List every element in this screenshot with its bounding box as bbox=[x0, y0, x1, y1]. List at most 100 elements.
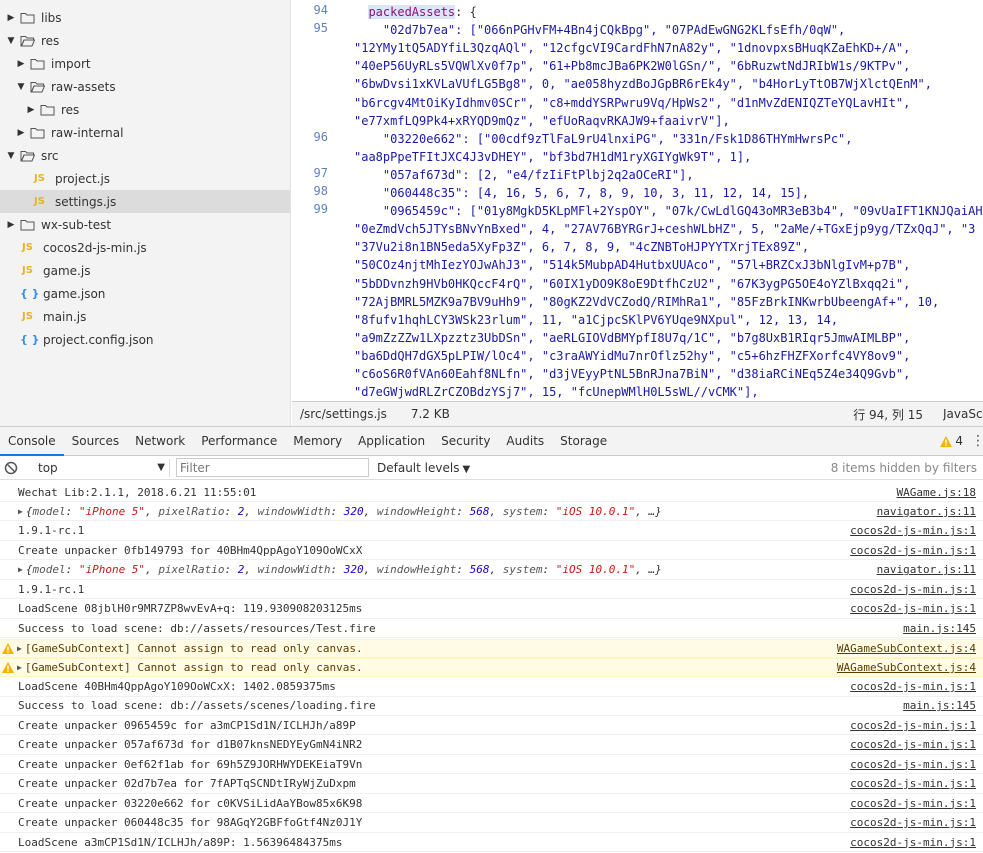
object-preview[interactable]: {model: "iPhone 5", pixelRatio: 2, windo… bbox=[26, 505, 662, 518]
tree-item[interactable]: ▶ libs bbox=[0, 6, 290, 29]
code-text: "a9mZzZZw1LXpzztz3UbDSn", "aeRLGIOVdBMYp… bbox=[354, 330, 911, 345]
tab-audits[interactable]: Audits bbox=[498, 427, 552, 456]
hidden-items-count: 8 items hidden by filters bbox=[830, 460, 977, 475]
levels-label: Default levels bbox=[377, 460, 460, 475]
tree-item[interactable]: ▶ raw-internal bbox=[0, 121, 290, 144]
highlighted-key: packedAssets bbox=[368, 5, 456, 19]
tab-security[interactable]: Security bbox=[433, 427, 498, 456]
console-message: Success to load scene: db://assets/scene… bbox=[0, 697, 983, 716]
source-link[interactable]: cocos2d-js-min.js:1 bbox=[850, 777, 976, 790]
tree-item[interactable]: ▼ res bbox=[0, 29, 290, 52]
expand-arrow-icon[interactable]: ▶ bbox=[17, 663, 22, 672]
code-line: "40eP56UyRLs5VQWlXv0f7p", "61+Pb8mcJBa6P… bbox=[354, 57, 910, 75]
collapsed-arrow-icon[interactable]: ▶ bbox=[26, 105, 36, 115]
code-text: "40eP56UyRLs5VQWlXv0f7p", "61+Pb8mcJBa6P… bbox=[354, 59, 911, 74]
source-link[interactable]: cocos2d-js-min.js:1 bbox=[850, 758, 976, 771]
log-levels-dropdown[interactable]: Default levels ▼ bbox=[377, 461, 470, 475]
source-link[interactable]: cocos2d-js-min.js:1 bbox=[850, 816, 976, 829]
tree-item[interactable]: JS settings.js bbox=[0, 190, 290, 213]
collapsed-arrow-icon[interactable]: ▶ bbox=[6, 13, 16, 23]
console-warning[interactable]: ▶ [GameSubContext] Cannot assign to read … bbox=[0, 638, 983, 658]
tree-item[interactable]: ▼ src bbox=[0, 144, 290, 167]
tree-item[interactable]: JS project.js bbox=[0, 167, 290, 190]
object-value: 320 bbox=[343, 563, 364, 577]
tree-item-label: settings.js bbox=[55, 194, 117, 209]
tree-item-label: project.js bbox=[55, 171, 111, 186]
context-value: top bbox=[38, 460, 58, 475]
collapsed-arrow-icon[interactable]: ▶ bbox=[16, 59, 26, 69]
source-link[interactable]: WAGameSubContext.js:4 bbox=[837, 661, 976, 674]
message-text: LoadScene 08jblH0r9MR7ZP8wvEvA+q: 119.93… bbox=[18, 602, 363, 616]
source-link[interactable]: cocos2d-js-min.js:1 bbox=[850, 680, 976, 693]
filter-input[interactable] bbox=[176, 458, 369, 477]
tree-item[interactable]: JS game.js bbox=[0, 259, 290, 282]
source-link[interactable]: cocos2d-js-min.js:1 bbox=[850, 836, 976, 849]
console-message[interactable]: ▶ {model: "iPhone 5", pixelRatio: 2, wind… bbox=[0, 502, 983, 522]
language-mode[interactable]: JavaScript bbox=[943, 407, 983, 421]
tree-item[interactable]: JS main.js bbox=[0, 305, 290, 328]
cursor-position: 行 94, 列 15 bbox=[853, 407, 923, 422]
clear-console-icon[interactable] bbox=[4, 461, 18, 475]
expand-arrow-icon[interactable]: ▶ bbox=[17, 644, 22, 653]
tab-sources[interactable]: Sources bbox=[64, 427, 127, 456]
object-key: system bbox=[502, 563, 543, 577]
source-link[interactable]: cocos2d-js-min.js:1 bbox=[850, 719, 976, 732]
context-selector[interactable]: top ▼ bbox=[32, 458, 170, 477]
source-link[interactable]: cocos2d-js-min.js:1 bbox=[850, 524, 976, 537]
file-path: /src/settings.js bbox=[300, 407, 387, 421]
tree-item[interactable]: ▶ res bbox=[0, 98, 290, 121]
source-link[interactable]: cocos2d-js-min.js:1 bbox=[850, 602, 976, 615]
code-content[interactable]: packedAssets: { "02d7b7ea": ["066nPGHvFM… bbox=[354, 0, 983, 401]
code-text: packedAssets: { bbox=[368, 5, 477, 19]
tab-memory[interactable]: Memory bbox=[285, 427, 350, 456]
editor-status-bar: /src/settings.js 7.2 KB 行 94, 列 15 JavaS… bbox=[292, 401, 983, 426]
code-line: "5bDDvnzh9HVb0HKQccF4rQ", "60IX1yDO9K8oE… bbox=[354, 275, 910, 293]
source-link[interactable]: main.js:145 bbox=[903, 699, 976, 712]
expanded-arrow-icon[interactable]: ▼ bbox=[6, 36, 16, 46]
collapsed-arrow-icon[interactable]: ▶ bbox=[16, 128, 26, 138]
tab-application[interactable]: Application bbox=[350, 427, 433, 456]
source-link[interactable]: main.js:145 bbox=[903, 622, 976, 635]
source-link[interactable]: navigator.js:11 bbox=[877, 563, 976, 576]
tree-item[interactable]: ▼ raw-assets bbox=[0, 75, 290, 98]
expanded-arrow-icon[interactable]: ▼ bbox=[6, 151, 16, 161]
tree-item[interactable]: ▶ wx-sub-test bbox=[0, 213, 290, 236]
tree-item[interactable]: JS cocos2d-js-min.js bbox=[0, 236, 290, 259]
expanded-arrow-icon[interactable]: ▼ bbox=[16, 82, 26, 92]
line-number: 97 bbox=[313, 165, 328, 180]
object-preview[interactable]: {model: "iPhone 5", pixelRatio: 2, windo… bbox=[26, 563, 662, 576]
expand-arrow-icon[interactable]: ▶ bbox=[18, 507, 23, 516]
context-caret-icon: ▼ bbox=[157, 462, 165, 473]
folder-open-icon bbox=[30, 81, 45, 92]
message-text: Create unpacker 03220e662 for c0KVSiLidA… bbox=[18, 796, 363, 810]
tree-item[interactable]: { } game.json bbox=[0, 282, 290, 305]
source-link[interactable]: cocos2d-js-min.js:1 bbox=[850, 544, 976, 557]
object-tail: , …} bbox=[635, 504, 662, 518]
line-number-gutter: 94 95 96 97 98 99 bbox=[292, 0, 342, 401]
source-link[interactable]: cocos2d-js-min.js:1 bbox=[850, 738, 976, 751]
tree-item[interactable]: ▶ import bbox=[0, 52, 290, 75]
source-link[interactable]: WAGameSubContext.js:4 bbox=[837, 642, 976, 655]
object-key: windowWidth bbox=[257, 504, 331, 518]
tab-performance[interactable]: Performance bbox=[193, 427, 285, 456]
more-options-icon[interactable]: ⋮ bbox=[971, 434, 983, 448]
source-link[interactable]: cocos2d-js-min.js:1 bbox=[850, 583, 976, 596]
tab-storage[interactable]: Storage bbox=[552, 427, 615, 456]
console-message[interactable]: ▶ {model: "iPhone 5", pixelRatio: 2, wind… bbox=[0, 561, 983, 580]
code-line: "8fufv1hqhLCY3WSk23rlum", 11, "a1CjpcSKl… bbox=[354, 311, 838, 329]
tab-network[interactable]: Network bbox=[127, 427, 193, 456]
source-link[interactable]: WAGame.js:18 bbox=[897, 486, 976, 499]
code-editor[interactable]: 94 95 96 97 98 99 packedAssets: { "02d7b7ea":… bbox=[292, 0, 983, 401]
tab-console[interactable]: Console bbox=[0, 427, 64, 456]
collapsed-arrow-icon[interactable]: ▶ bbox=[6, 220, 16, 230]
source-link[interactable]: cocos2d-js-min.js:1 bbox=[850, 797, 976, 810]
console-warning[interactable]: ▶ [GameSubContext] Cannot assign to read … bbox=[0, 658, 983, 678]
expand-arrow-icon[interactable]: ▶ bbox=[18, 565, 23, 574]
tree-item[interactable]: { } project.config.json bbox=[0, 328, 290, 351]
console-message: Wechat Lib:2.1.1, 2018.6.21 11:55:01 WAGa… bbox=[0, 483, 983, 502]
warning-counter[interactable]: 4 bbox=[940, 434, 963, 448]
code-text: "8fufv1hqhLCY3WSk23rlum", 11, "a1CjpcSKl… bbox=[354, 312, 839, 327]
source-link[interactable]: navigator.js:11 bbox=[877, 505, 976, 518]
